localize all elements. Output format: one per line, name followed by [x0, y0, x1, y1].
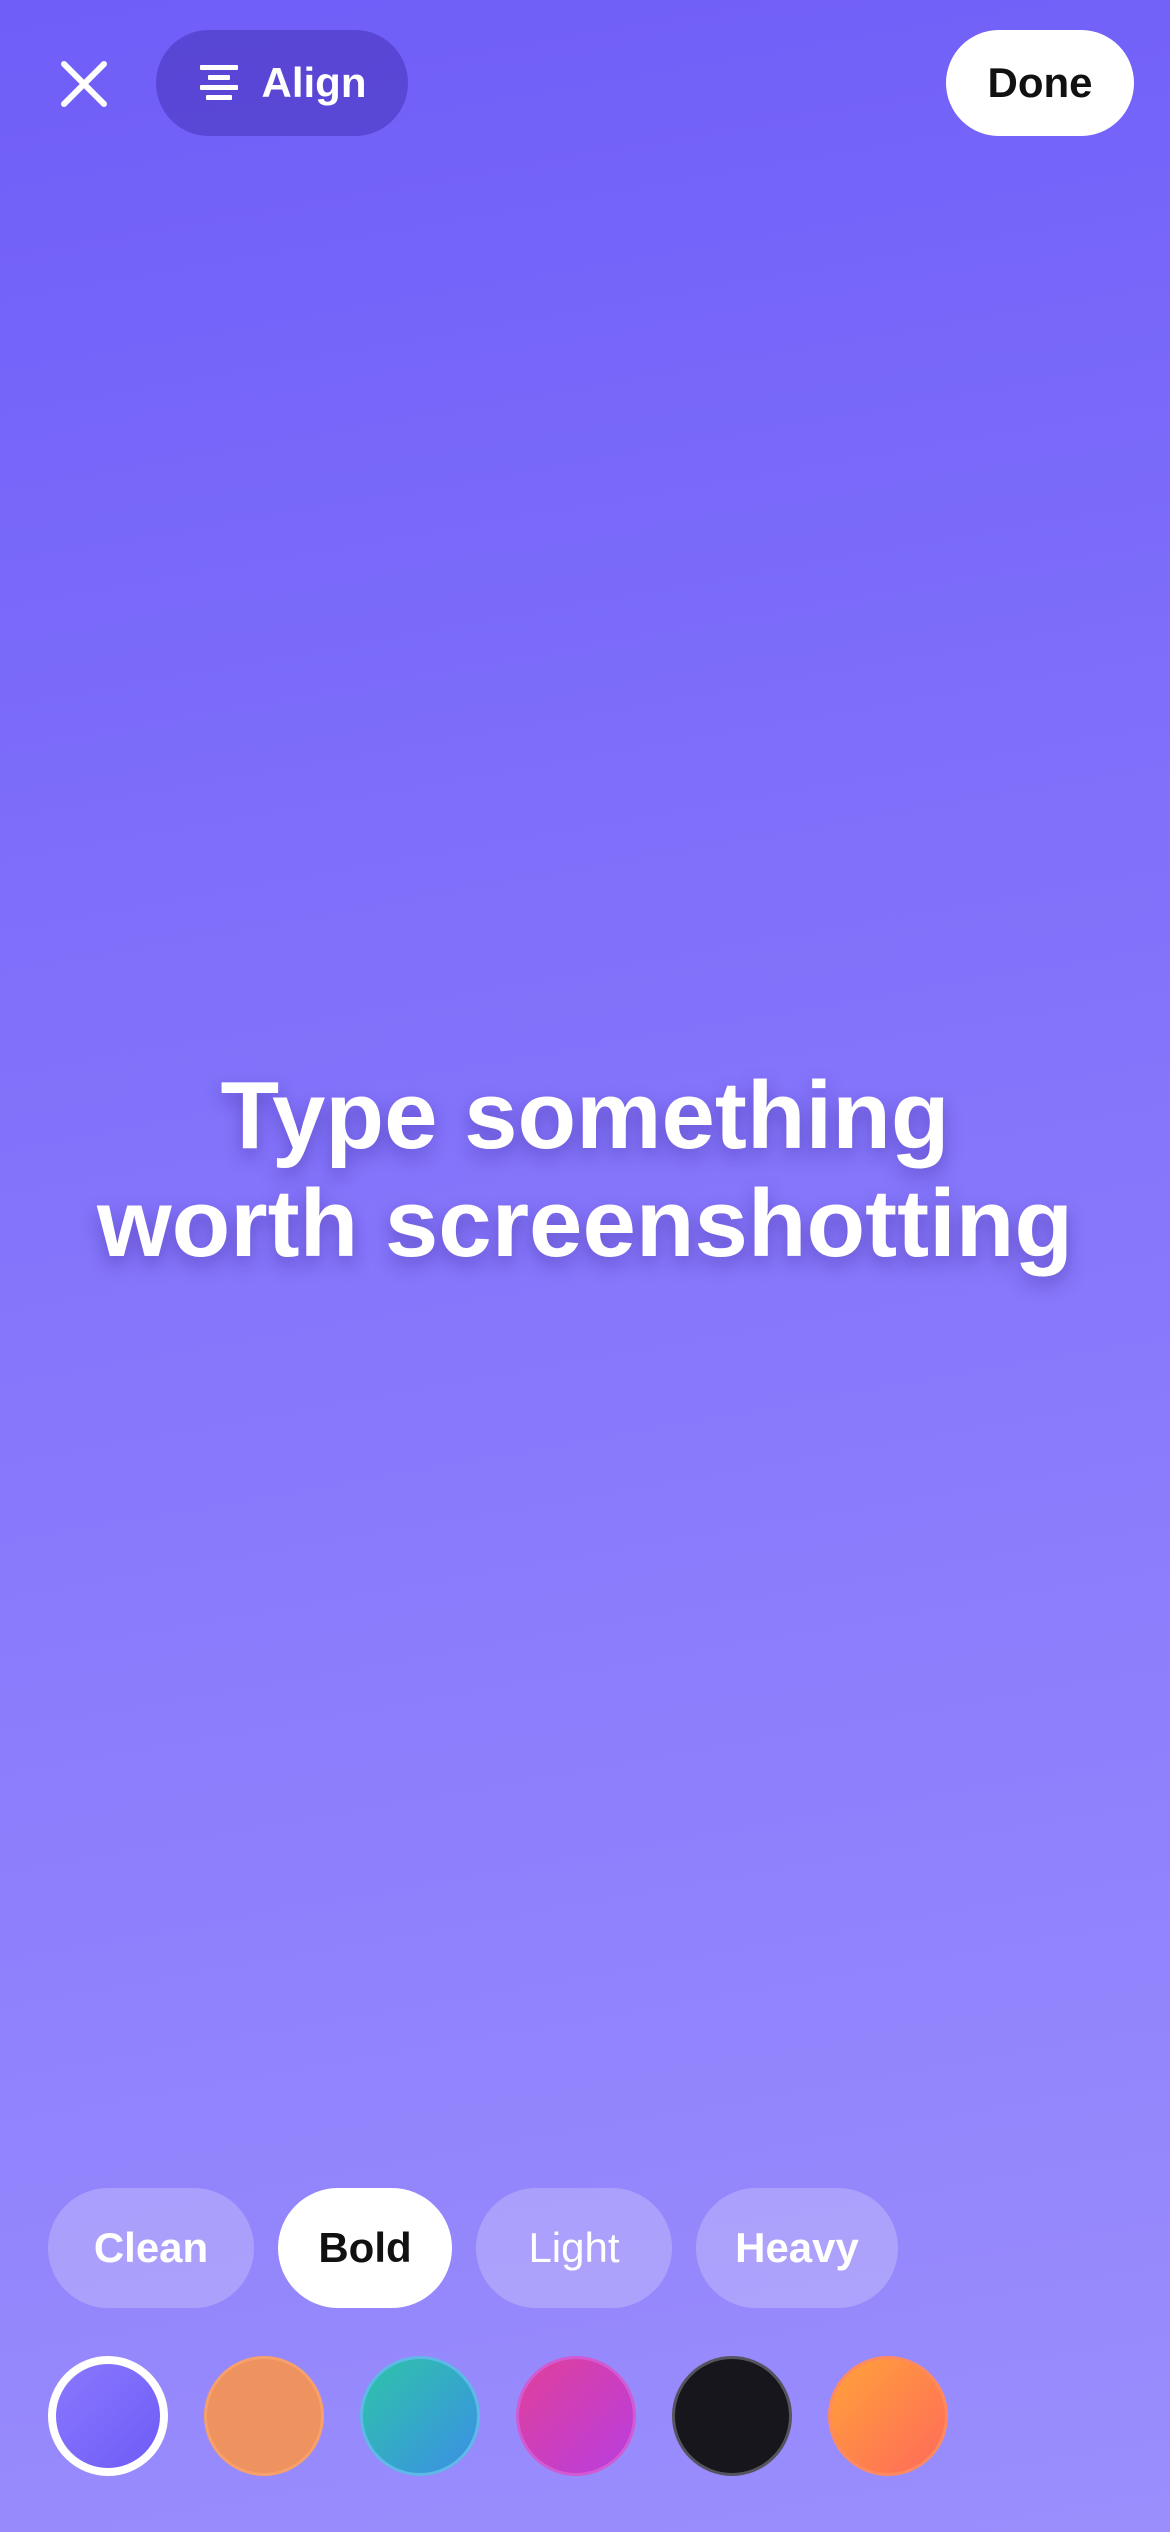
done-button[interactable]: Done: [946, 30, 1134, 136]
color-swatch-violet[interactable]: [48, 2356, 168, 2476]
font-style-light[interactable]: Light: [476, 2188, 672, 2308]
color-swatch-orange[interactable]: [204, 2356, 324, 2476]
font-style-heavy[interactable]: Heavy: [696, 2188, 898, 2308]
color-swatch-magenta[interactable]: [516, 2356, 636, 2476]
font-style-bold[interactable]: Bold: [278, 2188, 452, 2308]
align-button[interactable]: Align: [156, 30, 408, 136]
text-editor-screen: Align Done Type something worth screensh…: [0, 0, 1170, 2532]
font-style-selector: Clean Bold Light Heavy: [48, 2188, 898, 2308]
color-swatch-selector: [48, 2356, 948, 2476]
color-swatch-black[interactable]: [672, 2356, 792, 2476]
color-swatch-teal[interactable]: [360, 2356, 480, 2476]
color-swatch-sunset[interactable]: [828, 2356, 948, 2476]
align-center-icon: [199, 65, 238, 100]
prompt-line-1: Type something: [220, 1062, 950, 1169]
close-icon: [61, 61, 107, 107]
text-input-area[interactable]: Type something worth screenshotting: [0, 1062, 1170, 1278]
prompt-line-2: worth screenshotting: [96, 1170, 1074, 1277]
font-style-clean[interactable]: Clean: [48, 2188, 254, 2308]
close-button[interactable]: [40, 40, 128, 128]
align-label: Align: [261, 59, 367, 106]
